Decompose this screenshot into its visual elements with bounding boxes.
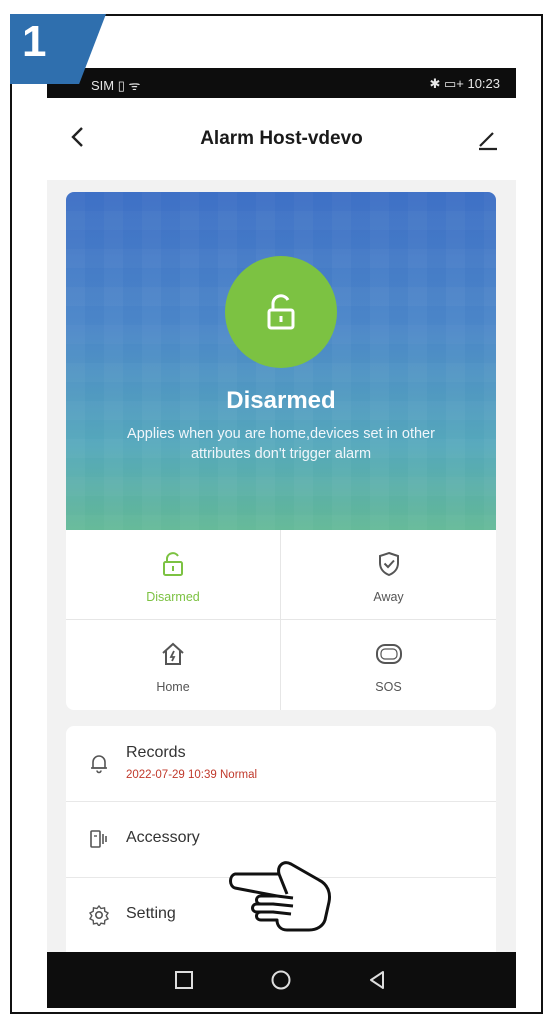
mode-label: Disarmed	[146, 590, 200, 604]
main-content: Disarmed Applies when you are home,devic…	[47, 180, 516, 966]
records-title: Records	[126, 744, 186, 761]
accessory-title: Accessory	[126, 829, 200, 846]
alarm-state: Disarmed	[226, 387, 336, 414]
android-nav-bar	[47, 952, 516, 1008]
pencil-icon	[479, 132, 497, 151]
recents-icon[interactable]	[172, 968, 196, 992]
top-bar: Alarm Host-vdevo	[47, 98, 516, 180]
arm-toggle-button[interactable]	[225, 256, 337, 368]
mode-grid: Disarmed Away Home SOS	[66, 530, 496, 710]
status-right: ✱ ▭+ 10:23	[429, 76, 500, 91]
status-card: Disarmed Applies when you are home,devic…	[66, 192, 496, 530]
shield-check-icon	[378, 551, 399, 577]
records-latest: 2022-07-29 10:39 Normal	[126, 769, 258, 781]
pointing-hand-icon	[229, 861, 331, 932]
status-left: SIM ▯ ᯤ	[91, 78, 141, 93]
mode-label: Away	[373, 590, 404, 604]
device-icon	[90, 830, 107, 848]
edit-button[interactable]	[472, 124, 502, 154]
step-number: 1	[22, 17, 47, 66]
mode-label: SOS	[375, 680, 402, 694]
unlock-icon	[267, 294, 295, 330]
mode-sos[interactable]: SOS	[281, 620, 496, 710]
back-nav-icon[interactable]	[365, 968, 389, 992]
page-title: Alarm Host-vdevo	[200, 128, 363, 149]
mode-home[interactable]: Home	[66, 620, 281, 710]
status-bar: SIM ▯ ᯤ ✱ ▭+ 10:23	[47, 68, 516, 98]
sos-icon	[375, 644, 402, 664]
mode-away[interactable]: Away	[281, 530, 496, 620]
home-nav-icon[interactable]	[269, 968, 293, 992]
unlock-icon	[163, 552, 183, 576]
phone-screen: SIM ▯ ᯤ ✱ ▭+ 10:23 Alarm Host-vdevo Disa…	[47, 68, 516, 1008]
home-icon	[162, 642, 184, 665]
bell-icon	[91, 755, 107, 774]
mode-disarmed[interactable]: Disarmed	[66, 530, 281, 620]
setting-title: Setting	[126, 905, 176, 922]
alarm-state-description: Applies when you are home,devices set in…	[127, 426, 435, 462]
records-row[interactable]: Records 2022-07-29 10:39 Normal	[66, 726, 496, 802]
gear-icon	[88, 904, 110, 926]
mode-label: Home	[156, 680, 190, 694]
